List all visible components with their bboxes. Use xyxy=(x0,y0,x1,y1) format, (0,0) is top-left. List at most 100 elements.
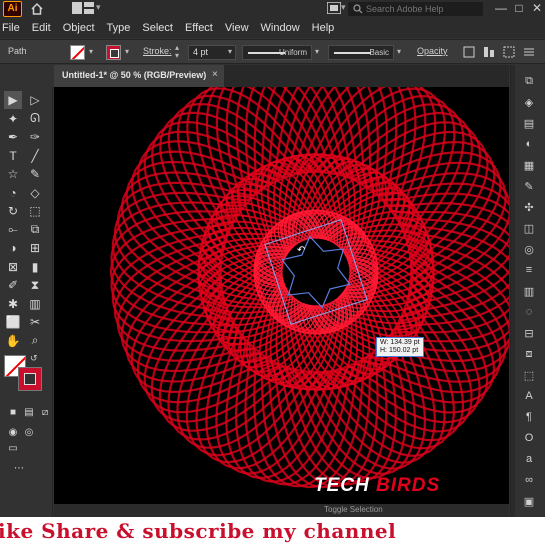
arrange-documents-icon[interactable] xyxy=(327,2,341,14)
blend-tool-icon[interactable]: ⧗ xyxy=(26,276,44,294)
document-tab-label: Untitled-1* @ 50 % (RGB/Preview) xyxy=(62,70,207,80)
menu-object[interactable]: Object xyxy=(63,21,101,35)
symbol-sprayer-tool-icon[interactable]: ✱ xyxy=(4,295,22,313)
free-transform-tool-icon[interactable]: ⧉ xyxy=(26,221,44,239)
zoom-tool-icon[interactable]: ⌕ xyxy=(26,332,44,350)
search-input[interactable] xyxy=(366,2,480,16)
links-icon[interactable]: ∞ xyxy=(521,472,537,488)
character-icon[interactable]: A xyxy=(521,388,537,404)
perspective-grid-tool-icon[interactable]: ⊞ xyxy=(26,239,44,257)
search-field[interactable] xyxy=(348,2,483,16)
document-tab[interactable]: Untitled-1* @ 50 % (RGB/Preview) × xyxy=(54,65,224,87)
type-tool-icon[interactable]: T xyxy=(4,147,22,165)
stroke-panel-icon[interactable]: ≡ xyxy=(521,262,537,278)
fill-stroke-widget[interactable]: ↺ xyxy=(4,353,44,391)
stroke-stepper-icon[interactable]: ▴ ▾ xyxy=(175,44,179,60)
transparency-icon[interactable]: ◌ xyxy=(521,304,537,320)
width-tool-icon[interactable]: ⟜ xyxy=(4,221,22,239)
close-window-button[interactable]: ✕ xyxy=(530,1,544,15)
direct-selection-tool-icon[interactable]: ▷ xyxy=(26,91,44,109)
artboard-canvas[interactable]: ↶ W: 134.39 pt H: 150.02 pt xyxy=(54,87,509,517)
swap-fill-stroke-icon[interactable]: ↺ xyxy=(30,353,38,364)
paintbrush-tool-icon[interactable]: ✎ xyxy=(26,165,44,183)
column-graph-tool-icon[interactable]: ▥ xyxy=(26,295,44,313)
chevron-down-icon[interactable]: ▾ xyxy=(89,47,93,56)
swatches-icon[interactable]: ▦ xyxy=(521,157,537,173)
magic-wand-tool-icon[interactable]: ✦ xyxy=(4,110,22,128)
dock-scrollbar[interactable] xyxy=(511,65,515,517)
rotate-tool-icon[interactable]: ↻ xyxy=(4,202,22,220)
appearance-icon[interactable]: ◎ xyxy=(521,241,537,257)
chevron-down-icon[interactable]: ▾ xyxy=(125,47,129,56)
chevron-down-icon[interactable]: ▾ xyxy=(397,47,401,56)
close-icon[interactable]: × xyxy=(212,69,218,80)
color-icon[interactable]: ◐ xyxy=(521,136,537,152)
hand-tool-icon[interactable]: ✋ xyxy=(4,332,22,350)
opentype-icon[interactable]: O xyxy=(521,430,537,446)
align-panel-icon[interactable]: ⊟ xyxy=(521,325,537,341)
align-icon[interactable] xyxy=(482,45,496,59)
gradient-panel-icon[interactable]: ▥ xyxy=(521,283,537,299)
stroke-color-swatch[interactable] xyxy=(106,45,121,60)
brush-definition[interactable]: Basic xyxy=(328,45,394,60)
menu-file[interactable]: File xyxy=(2,21,26,35)
chevron-down-icon[interactable]: ▾ xyxy=(315,47,319,56)
libraries-icon[interactable]: ▤ xyxy=(521,115,537,131)
shape-builder-tool-icon[interactable]: ◑ xyxy=(4,239,22,257)
fill-none-swatch[interactable] xyxy=(70,45,85,60)
curvature-tool-icon[interactable]: ✑ xyxy=(26,128,44,146)
home-icon[interactable] xyxy=(30,2,44,16)
menu-select[interactable]: Select xyxy=(142,21,179,35)
chevron-down-icon[interactable]: ▾ xyxy=(228,47,232,56)
chevron-down-icon[interactable]: ▾ xyxy=(341,2,346,13)
panel-menu-icon[interactable] xyxy=(522,45,536,59)
horizontal-scrollbar[interactable]: Toggle Selection xyxy=(54,504,509,517)
menu-window[interactable]: Window xyxy=(261,21,306,35)
menu-help[interactable]: Help xyxy=(312,21,341,35)
draw-behind-icon[interactable]: ◎ xyxy=(20,423,38,441)
glyphs-icon[interactable]: a xyxy=(521,451,537,467)
menu-edit[interactable]: Edit xyxy=(32,21,57,35)
watermark-logo: TECH BIRDS xyxy=(314,475,440,497)
slice-tool-icon[interactable]: ✂ xyxy=(26,313,44,331)
edit-toolbar-icon[interactable]: ⋯ xyxy=(10,459,28,477)
opacity-label[interactable]: Opacity xyxy=(417,46,448,56)
brushes-icon[interactable]: ✎ xyxy=(521,178,537,194)
artboard-tool-icon[interactable]: ⬜ xyxy=(4,313,22,331)
transform-icon[interactable] xyxy=(502,45,516,59)
pathfinder-icon[interactable]: ⧈ xyxy=(521,346,537,362)
illustrator-logo-icon: Ai xyxy=(3,1,22,17)
menu-view[interactable]: View xyxy=(225,21,255,35)
pen-tool-icon[interactable]: ✒ xyxy=(4,128,22,146)
minimize-button[interactable]: — xyxy=(494,1,508,15)
navigator-icon[interactable]: ▣ xyxy=(521,493,537,509)
menu-effect[interactable]: Effect xyxy=(185,21,219,35)
workspace-switcher-icon[interactable] xyxy=(72,2,94,14)
star-tool-icon[interactable]: ☆ xyxy=(4,165,22,183)
paragraph-icon[interactable]: ¶ xyxy=(521,409,537,425)
scale-tool-icon[interactable]: ⬚ xyxy=(26,202,44,220)
eyedropper-tool-icon[interactable]: ✐ xyxy=(4,276,22,294)
stroke-swatch-icon[interactable] xyxy=(18,367,42,391)
lasso-tool-icon[interactable]: ᘏ xyxy=(26,110,44,128)
line-segment-tool-icon[interactable]: ╱ xyxy=(26,147,44,165)
graphic-styles-icon[interactable]: ◫ xyxy=(521,220,537,236)
none-mode-icon[interactable]: ⧄ xyxy=(36,403,54,421)
selection-tool-icon[interactable]: ▶ xyxy=(4,91,22,109)
style-icon[interactable] xyxy=(462,45,476,59)
variable-width-profile[interactable]: Uniform xyxy=(242,45,312,60)
mesh-tool-icon[interactable]: ⊠ xyxy=(4,258,22,276)
shaper-tool-icon[interactable]: ◔ xyxy=(4,184,22,202)
eraser-tool-icon[interactable]: ◇ xyxy=(26,184,44,202)
spirograph-artwork[interactable]: ↶ xyxy=(54,87,509,517)
maximize-button[interactable]: □ xyxy=(512,1,526,15)
chevron-down-icon[interactable]: ▾ xyxy=(96,2,101,13)
transform-panel-icon[interactable]: ⬚ xyxy=(521,367,537,383)
symbols-icon[interactable]: ✣ xyxy=(521,199,537,215)
gradient-tool-icon[interactable]: ▮ xyxy=(26,258,44,276)
properties-icon[interactable]: ⧉ xyxy=(521,73,537,89)
screen-mode-icon[interactable]: ▭ xyxy=(4,439,22,457)
stroke-label[interactable]: Stroke: xyxy=(143,46,172,56)
layers-icon[interactable]: ◈ xyxy=(521,94,537,110)
menu-type[interactable]: Type xyxy=(107,21,137,35)
